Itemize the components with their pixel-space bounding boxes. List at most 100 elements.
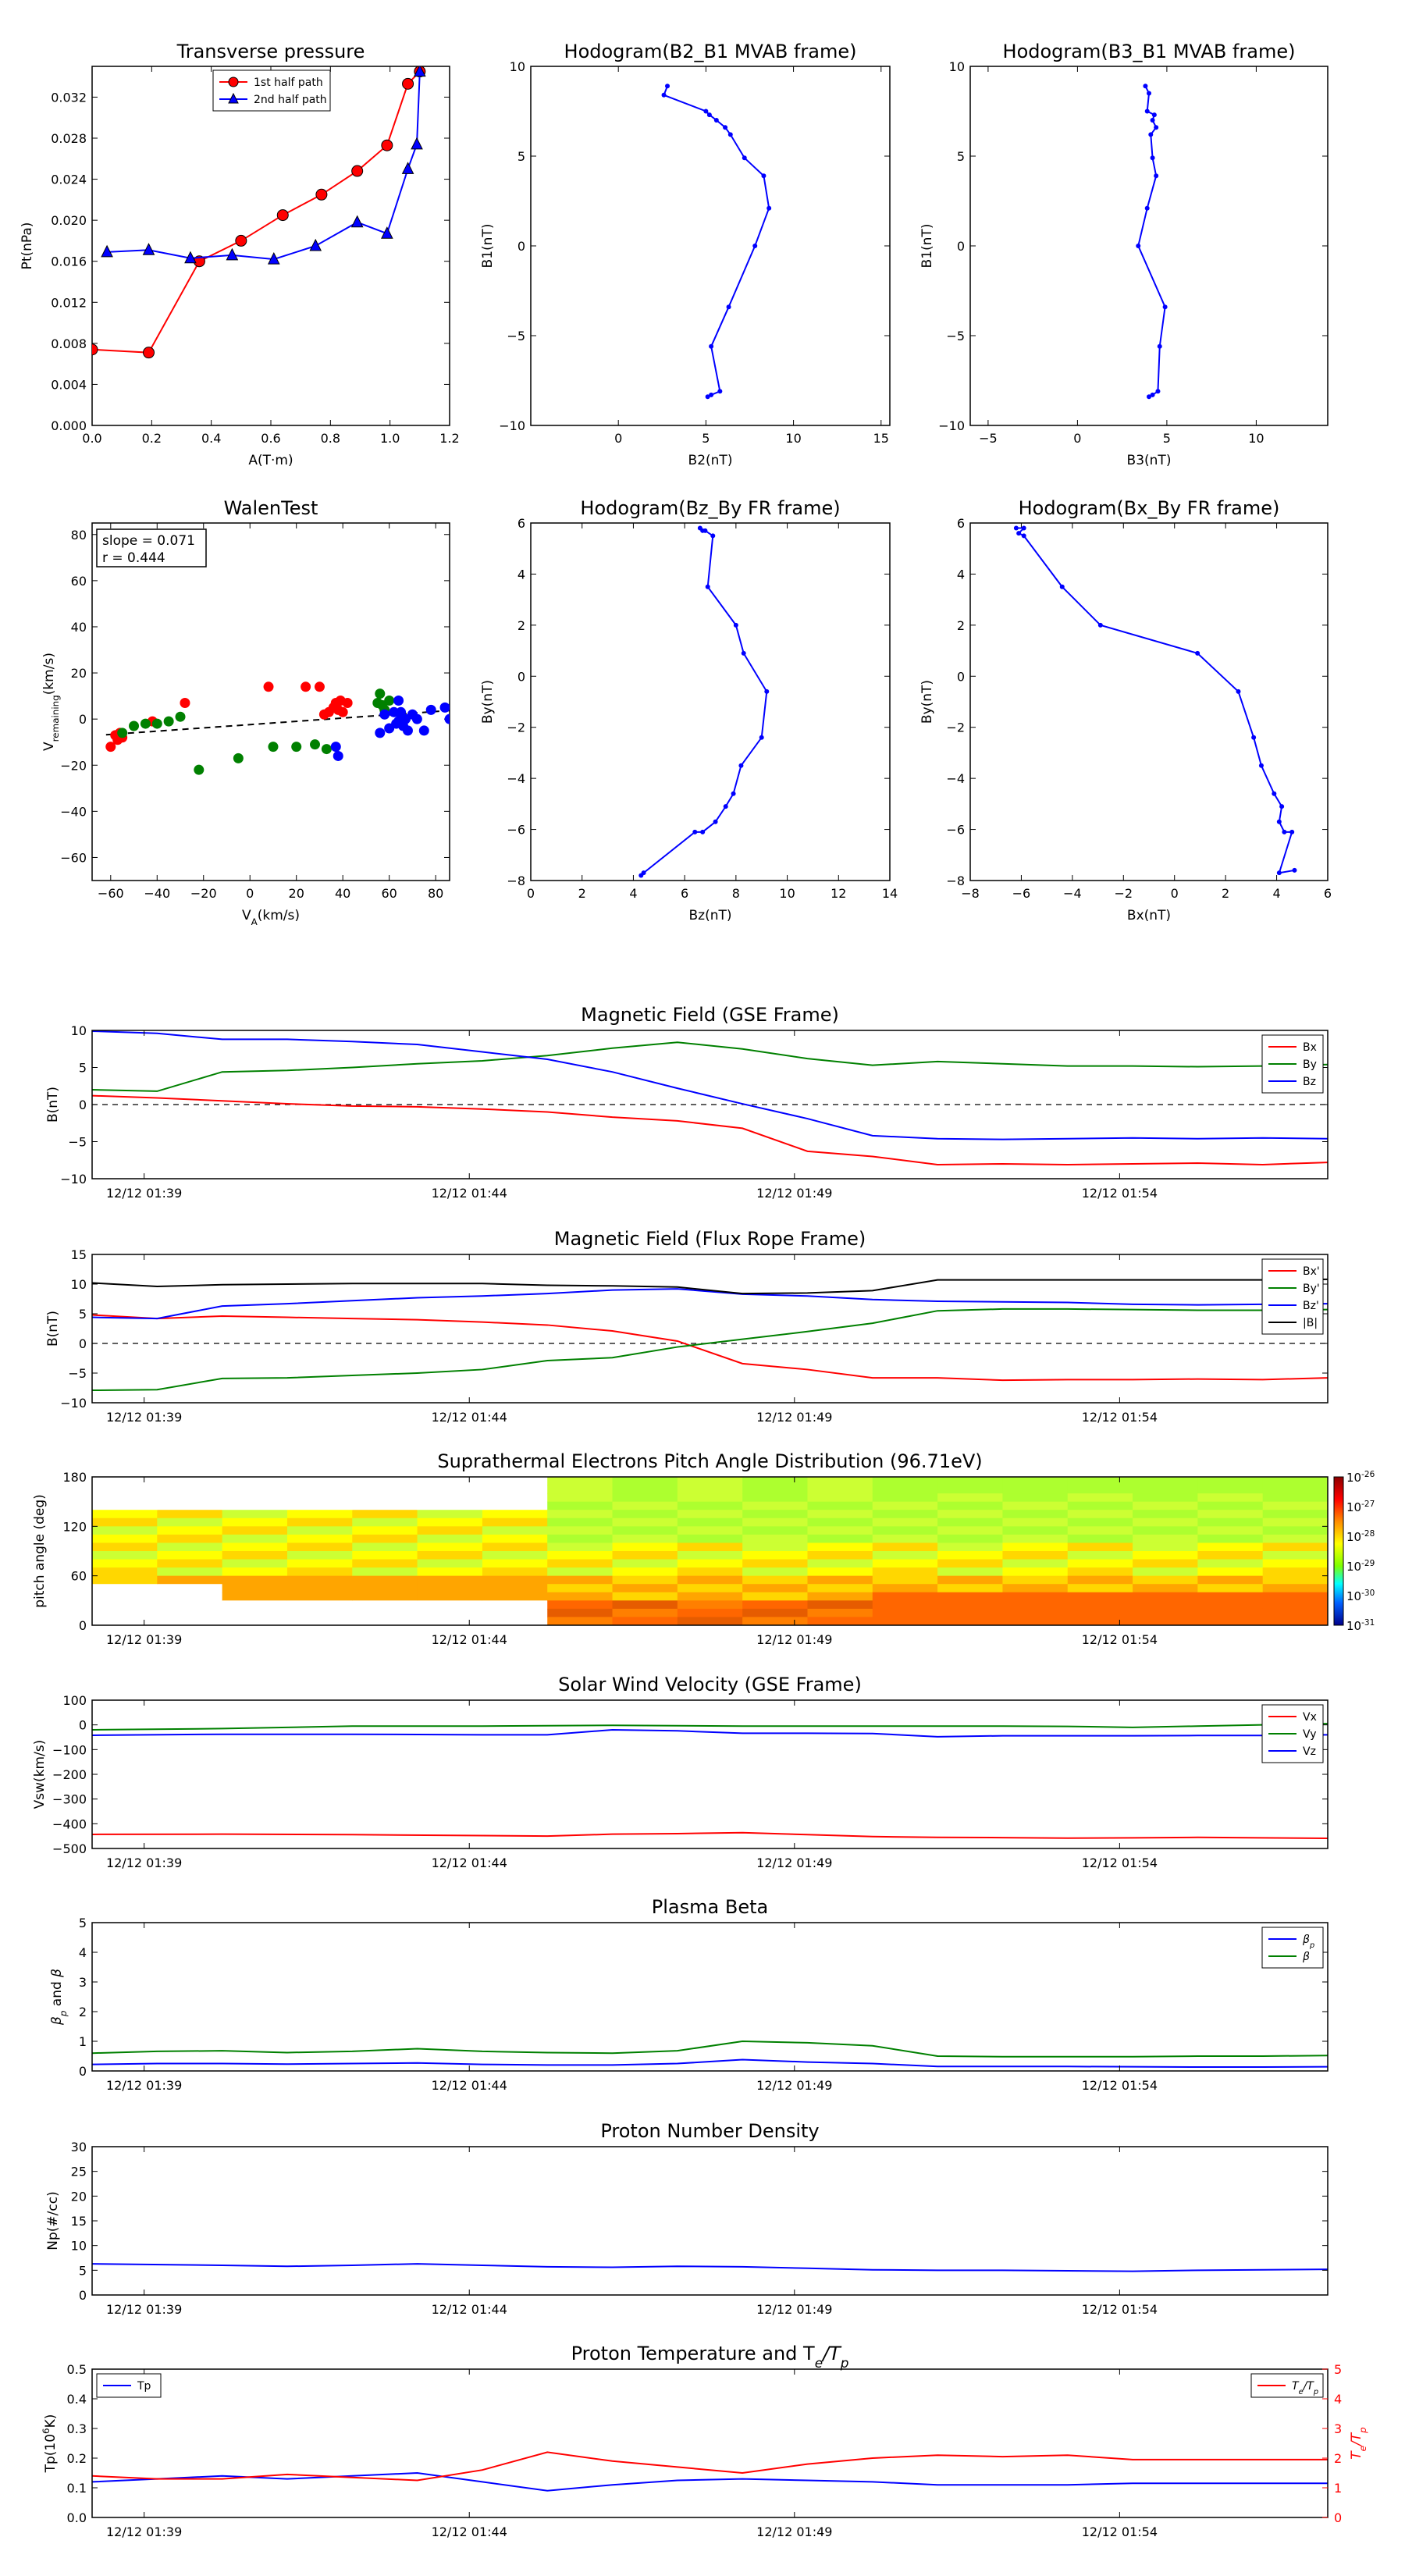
heatmap-cell (872, 1493, 938, 1503)
heatmap-cell (937, 1600, 1004, 1610)
time-tick-label: 12/12 01:54 (1082, 1632, 1158, 1647)
heatmap-cell (222, 1592, 288, 1601)
heatmap-cell (547, 1617, 614, 1625)
heatmap-cell (1262, 1477, 1328, 1486)
x-tick-label: 0.8 (321, 431, 340, 446)
heatmap-cell (286, 1567, 353, 1577)
x-tick-label: 10 (1248, 431, 1264, 446)
data-point (702, 528, 708, 533)
y-tick-label: −2 (507, 720, 525, 735)
y-tick-label: 0 (79, 1718, 87, 1733)
heatmap-cell (1002, 1534, 1069, 1544)
data-point (767, 205, 772, 211)
colorbar-label: 10-26 (1346, 1470, 1375, 1485)
heatmap-cell (222, 1485, 288, 1494)
heatmap-cell (286, 1608, 353, 1618)
y-tick-label: 120 (62, 1519, 87, 1534)
heatmap-cell (547, 1592, 614, 1601)
heatmap-cell (1002, 1485, 1069, 1494)
heatmap-cell (417, 1477, 483, 1486)
chart-pad: Suprathermal Electrons Pitch Angle Distr… (32, 1450, 1375, 1647)
heatmap-cell (1133, 1551, 1198, 1560)
series-line (640, 527, 768, 877)
heatmap-cell (1067, 1477, 1133, 1486)
x-axis-label: VA(km/s) (242, 908, 300, 927)
x-tick-label: 80 (428, 886, 443, 901)
heatmap-cell (222, 1542, 288, 1552)
heatmap-cell (937, 1517, 1004, 1527)
y-axis-label: B(nT) (45, 1087, 61, 1123)
y-tick-label: −6 (946, 823, 965, 838)
heatmap-cell (157, 1493, 223, 1503)
data-point (1151, 112, 1157, 118)
heatmap-cell (742, 1526, 809, 1535)
legend-label: Bx' (1303, 1265, 1320, 1278)
heatmap-cell (612, 1534, 678, 1544)
heatmap-cell (286, 1493, 353, 1503)
data-point (738, 763, 744, 768)
heatmap-cell (1067, 1485, 1133, 1494)
scatter-point (194, 764, 205, 775)
y-tick-label: 0.1 (67, 2481, 87, 2496)
x-tick-label: −40 (144, 886, 170, 901)
heatmap-cell (677, 1542, 743, 1552)
heatmap-cell (612, 1551, 678, 1560)
scatter-point (393, 696, 404, 706)
heatmap-cell (807, 1542, 873, 1552)
scatter-point (330, 742, 341, 753)
heatmap-cell (612, 1501, 678, 1510)
x-tick-label: 14 (882, 886, 898, 901)
heatmap-cell (677, 1493, 743, 1503)
y-tick-label: 5 (518, 149, 525, 164)
heatmap-cell (286, 1542, 353, 1552)
y-tick-label: 0 (957, 239, 965, 254)
heatmap-cell (222, 1559, 288, 1568)
heatmap-cell (1262, 1534, 1328, 1544)
heatmap-cell (872, 1608, 938, 1618)
heatmap-cell (92, 1542, 158, 1552)
heatmap-cell (1133, 1567, 1198, 1577)
heatmap-cell (612, 1567, 678, 1577)
heatmap-cell (1262, 1608, 1328, 1618)
heatmap-cell (157, 1600, 223, 1610)
x-tick-label: 0 (246, 886, 254, 901)
x-axis-label: Bz(nT) (688, 908, 731, 923)
series-line (92, 2040, 1328, 2058)
heatmap-cell (92, 1517, 158, 1527)
scatter-point (379, 709, 390, 720)
plot-frame (969, 66, 1329, 426)
colorbar-label: 10-27 (1346, 1500, 1375, 1514)
heatmap-cell (677, 1584, 743, 1593)
heatmap-cell (352, 1559, 418, 1568)
heatmap-cell (1197, 1526, 1264, 1535)
data-point (1162, 304, 1168, 310)
series-line (92, 2058, 1328, 2069)
y-tick-label: 180 (62, 1470, 87, 1485)
heatmap-cell (1133, 1485, 1198, 1494)
legend-label: 1st half path (254, 76, 323, 89)
data-point (276, 209, 289, 222)
heatmap-cell (1262, 1510, 1328, 1519)
y-tick-label: 2 (957, 618, 965, 633)
heatmap-cell (1002, 1592, 1069, 1601)
y-tick-label: −500 (52, 1841, 87, 1856)
heatmap-cell (1133, 1575, 1198, 1585)
heatmap-cell (872, 1542, 938, 1552)
plot-area (661, 84, 772, 400)
y-axis-label: B(nT) (45, 1311, 61, 1347)
data-point (705, 394, 710, 400)
x-tick-label: 5 (1163, 431, 1171, 446)
scatter-point (425, 704, 436, 715)
x-tick-label: 4 (1272, 886, 1280, 901)
annotation-text: slope = 0.071 (102, 533, 195, 549)
heatmap-cell (222, 1493, 288, 1503)
heatmap-cell (547, 1567, 614, 1577)
legend-label: Bz (1303, 1076, 1316, 1088)
heatmap-cell (742, 1600, 809, 1610)
time-tick-label: 12/12 01:54 (1082, 1410, 1158, 1425)
heatmap-cell (157, 1542, 223, 1552)
y-tick-label: −60 (60, 850, 87, 865)
heatmap-cell (1262, 1501, 1328, 1510)
heatmap-cell (1133, 1584, 1198, 1593)
y-axis-label: pitch angle (deg) (32, 1494, 48, 1608)
